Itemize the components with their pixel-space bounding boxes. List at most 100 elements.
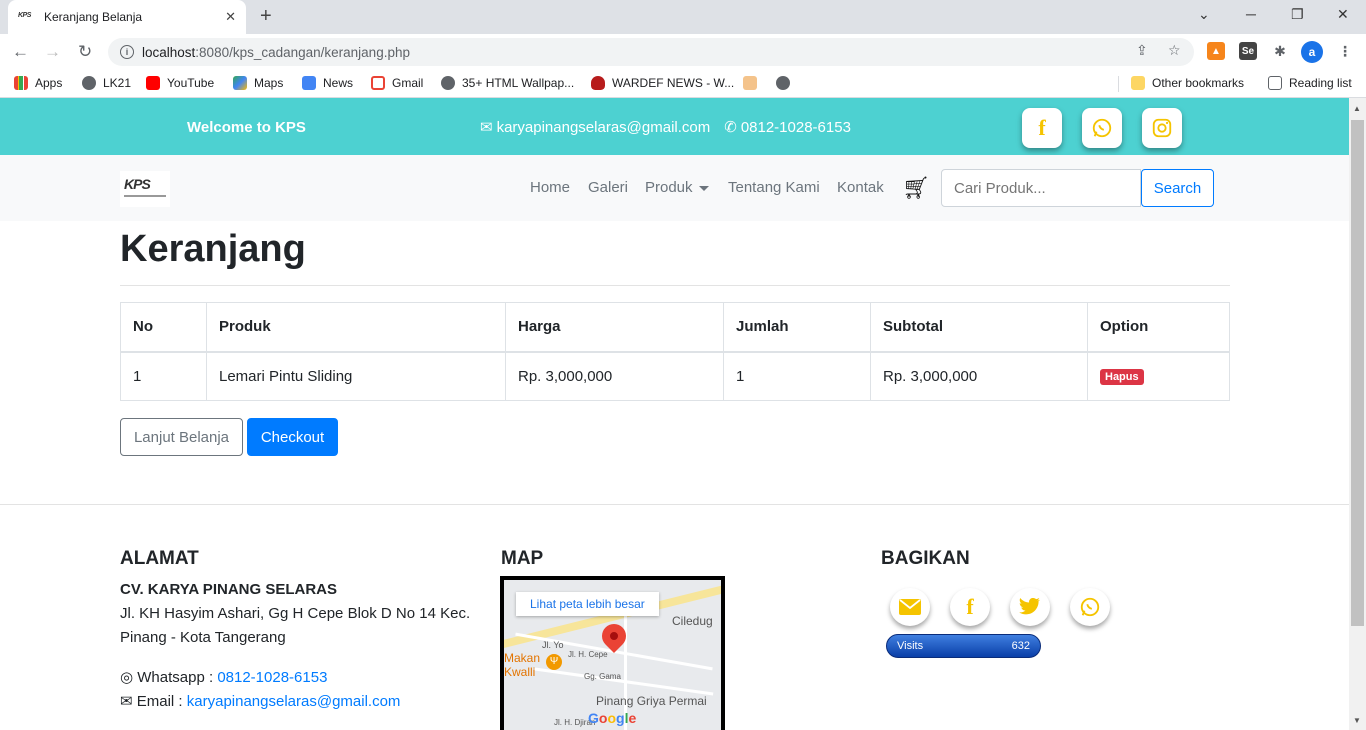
topbar-contact: ✉ karyapinangselaras@gmail.com ✆ 0812-10… bbox=[480, 118, 855, 137]
whatsapp-icon: ◎ bbox=[120, 669, 134, 686]
facebook-icon: f bbox=[966, 594, 974, 619]
hapus-button[interactable]: Hapus bbox=[1100, 369, 1144, 386]
company-name: CV. KARYA PINANG SELARAS bbox=[120, 581, 337, 598]
site-info-icon[interactable]: i bbox=[120, 45, 134, 59]
gmail-icon bbox=[371, 76, 385, 90]
bookmark-youtube[interactable]: YouTube bbox=[146, 76, 214, 90]
cell-jumlah: 1 bbox=[723, 351, 871, 401]
url-text: localhost:8080/kps_cadangan/keranjang.ph… bbox=[142, 44, 410, 60]
back-icon[interactable]: ← bbox=[12, 42, 29, 62]
bookmark-news[interactable]: News bbox=[302, 76, 353, 90]
share-email-button[interactable] bbox=[890, 588, 930, 626]
map-label: Gg. Gama bbox=[584, 672, 621, 681]
nav-galeri[interactable]: Galeri bbox=[588, 179, 628, 196]
instagram-button[interactable] bbox=[1142, 108, 1182, 148]
twitter-icon bbox=[1019, 598, 1040, 615]
share-facebook-button[interactable]: f bbox=[950, 588, 990, 626]
bookmark-divider bbox=[1118, 76, 1119, 92]
instagram-icon bbox=[1152, 118, 1172, 138]
cart-icon[interactable]: 🛒︎ bbox=[902, 175, 930, 201]
kps-logo[interactable]: KPS bbox=[120, 171, 170, 207]
bookmark-lk21[interactable]: LK21 bbox=[82, 76, 131, 90]
alamat-heading: ALAMAT bbox=[120, 548, 199, 569]
facebook-icon: f bbox=[1038, 115, 1046, 140]
extensions-icon[interactable]: ✱ bbox=[1271, 42, 1289, 60]
address-bar[interactable]: i localhost:8080/kps_cadangan/keranjang.… bbox=[108, 38, 1194, 66]
bookmark-star-icon[interactable]: ☆ bbox=[1168, 42, 1181, 59]
email-link[interactable]: karyapinangselaras@gmail.com bbox=[187, 693, 401, 710]
nav-kontak[interactable]: Kontak bbox=[837, 179, 884, 196]
google-logo: Google bbox=[588, 710, 637, 726]
browser-tab[interactable]: KPS Keranjang Belanja ✕ bbox=[8, 0, 246, 34]
restaurant-icon: Ψ bbox=[546, 654, 562, 670]
globe-icon bbox=[776, 76, 790, 90]
metamask-extension-icon[interactable]: ▲ bbox=[1207, 42, 1225, 60]
news-icon bbox=[302, 76, 316, 90]
reload-icon[interactable]: ↻ bbox=[78, 42, 92, 62]
envelope-icon: ✉ bbox=[120, 693, 133, 710]
tab-title: Keranjang Belanja bbox=[44, 10, 143, 24]
main-navbar: KPS Home Galeri Produk Tentang Kami Kont… bbox=[0, 155, 1349, 221]
profile-avatar[interactable]: a bbox=[1301, 41, 1323, 63]
minimize-icon[interactable]: ─ bbox=[1246, 6, 1256, 22]
other-bookmarks[interactable]: Other bookmarks bbox=[1131, 76, 1244, 90]
search-button[interactable]: Search bbox=[1141, 169, 1214, 207]
tab-search-icon[interactable]: ⌄ bbox=[1198, 6, 1210, 23]
scroll-up-icon[interactable]: ▲ bbox=[1353, 104, 1361, 113]
bagikan-heading: BAGIKAN bbox=[881, 548, 970, 569]
bookmark-clapper[interactable] bbox=[743, 76, 764, 90]
cell-harga: Rp. 3,000,000 bbox=[505, 351, 724, 401]
page-scrollbar[interactable]: ▲ ▼ bbox=[1349, 98, 1366, 730]
map-label: Pinang Griya Permai bbox=[596, 694, 707, 708]
nav-home[interactable]: Home bbox=[530, 179, 570, 196]
bookmark-html-wallpaper[interactable]: 35+ HTML Wallpap... bbox=[441, 76, 574, 90]
close-tab-icon[interactable]: ✕ bbox=[225, 9, 236, 25]
forward-icon[interactable]: → bbox=[44, 42, 61, 62]
google-map-embed[interactable]: Jl. Yo Jl. H. Cepe Gg. Gama Jl. H. Djira… bbox=[500, 576, 725, 730]
map-larger-link[interactable]: Lihat peta lebih besar bbox=[516, 592, 659, 616]
bookmark-apps[interactable]: Apps bbox=[14, 76, 62, 90]
maps-icon bbox=[233, 76, 247, 90]
whatsapp-button[interactable] bbox=[1082, 108, 1122, 148]
column-header: No bbox=[120, 302, 207, 353]
cell-subtotal: Rp. 3,000,000 bbox=[870, 351, 1088, 401]
lanjut-belanja-button[interactable]: Lanjut Belanja bbox=[120, 418, 243, 456]
reading-list[interactable]: Reading list bbox=[1268, 76, 1352, 90]
nav-produk[interactable]: Produk bbox=[645, 179, 709, 196]
restore-icon[interactable]: ❐ bbox=[1291, 6, 1304, 23]
share-whatsapp-button[interactable] bbox=[1070, 588, 1110, 626]
bookmark-maps[interactable]: Maps bbox=[233, 76, 283, 90]
reading-list-icon bbox=[1268, 76, 1282, 90]
bookmark-globe[interactable] bbox=[776, 76, 797, 90]
whatsapp-icon bbox=[1092, 118, 1112, 138]
site-favicon: KPS bbox=[18, 12, 31, 19]
facebook-button[interactable]: f bbox=[1022, 108, 1062, 148]
whatsapp-link[interactable]: 0812-1028-6153 bbox=[217, 669, 327, 686]
nav-tentang-kami[interactable]: Tentang Kami bbox=[728, 179, 820, 196]
cell-produk: Lemari Pintu Sliding bbox=[206, 351, 506, 401]
scrollbar-thumb[interactable] bbox=[1351, 120, 1364, 626]
checkout-button[interactable]: Checkout bbox=[247, 418, 338, 456]
topbar-email: karyapinangselaras@gmail.com bbox=[496, 118, 711, 136]
search-input[interactable] bbox=[941, 169, 1141, 207]
bookmark-wardef-news[interactable]: WARDEF NEWS - W... bbox=[591, 76, 734, 90]
new-tab-icon[interactable]: + bbox=[260, 5, 272, 28]
map-label: Jl. H. Cepe bbox=[568, 650, 608, 659]
globe-icon bbox=[441, 76, 455, 90]
share-icon[interactable]: ⇪ bbox=[1136, 42, 1148, 59]
scroll-down-icon[interactable]: ▼ bbox=[1353, 716, 1361, 725]
globe-icon bbox=[82, 76, 96, 90]
page-title: Keranjang bbox=[120, 228, 306, 270]
bookmark-gmail[interactable]: Gmail bbox=[371, 76, 423, 90]
selenium-extension-icon[interactable]: Se bbox=[1239, 42, 1257, 60]
company-address: Jl. KH Hasyim Ashari, Gg H Cepe Blok D N… bbox=[120, 605, 471, 646]
share-twitter-button[interactable] bbox=[1010, 588, 1050, 626]
apps-grid-icon bbox=[14, 76, 28, 90]
welcome-text: Welcome to KPS bbox=[187, 119, 306, 136]
map-heading: MAP bbox=[501, 548, 544, 569]
cart-table: No Produk Harga Jumlah Subtotal Option 1… bbox=[120, 302, 1230, 401]
email-contact: ✉ Email : karyapinangselaras@gmail.com bbox=[120, 693, 401, 710]
close-window-icon[interactable]: ✕ bbox=[1337, 6, 1349, 23]
visits-label: Visits bbox=[897, 640, 924, 652]
browser-menu-icon[interactable]: ⋮ bbox=[1336, 42, 1354, 60]
